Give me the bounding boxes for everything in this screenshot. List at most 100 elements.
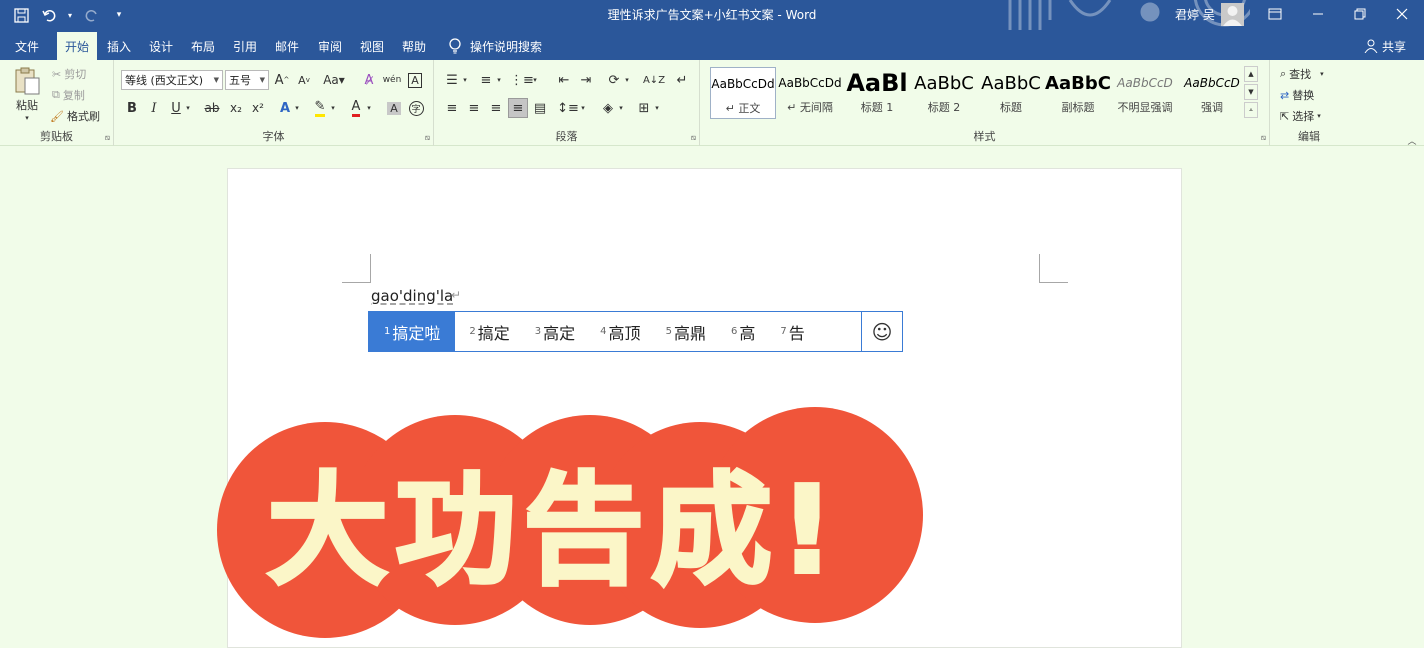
- multilevel-dropdown-icon[interactable]: ▾: [530, 70, 540, 90]
- tab-design[interactable]: 设计: [142, 32, 180, 60]
- ime-candidate-6[interactable]: 6 高: [717, 312, 766, 351]
- bullets-icon[interactable]: ☰: [442, 70, 462, 90]
- tab-review[interactable]: 审阅: [311, 32, 349, 60]
- select-button[interactable]: ⇱ 选择 ▾: [1280, 108, 1321, 124]
- justify-icon[interactable]: ≡: [508, 98, 528, 118]
- editing-label: 编辑: [1298, 130, 1320, 143]
- enclose-characters-icon[interactable]: 字: [406, 98, 426, 118]
- avatar[interactable]: [1221, 3, 1244, 26]
- ime-candidate-5[interactable]: 5 高鼎: [652, 312, 717, 351]
- subscript-icon[interactable]: x₂: [226, 98, 246, 118]
- grow-font-icon[interactable]: A ^: [272, 70, 292, 90]
- style-normal[interactable]: AaBbCcDd ↵ 正文: [710, 67, 776, 119]
- line-spacing-icon[interactable]: ↕≡: [557, 98, 579, 118]
- borders-icon[interactable]: ⊞: [634, 98, 654, 118]
- distributed-icon[interactable]: ▤: [530, 98, 550, 118]
- cut-label: 剪切: [64, 68, 87, 81]
- ribbon-display-options-icon[interactable]: [1264, 3, 1286, 25]
- italic-icon[interactable]: I: [144, 98, 164, 118]
- line-spacing-dropdown-icon[interactable]: ▾: [578, 98, 588, 118]
- cut-button[interactable]: ✂ 剪切: [52, 66, 86, 82]
- multilevel-list-icon[interactable]: ⋮≡: [510, 70, 534, 90]
- clipboard-launcher-icon[interactable]: ⧅: [105, 133, 110, 143]
- borders-dropdown-icon[interactable]: ▾: [652, 98, 662, 118]
- tab-home[interactable]: 开始: [57, 32, 97, 60]
- font-color-icon[interactable]: A: [346, 98, 366, 118]
- style-title[interactable]: AaBbC 标题: [978, 67, 1044, 119]
- tab-mailings[interactable]: 邮件: [268, 32, 306, 60]
- find-button[interactable]: ⌕ 查找 ▾: [1280, 66, 1324, 82]
- align-left-icon[interactable]: ≡: [442, 98, 462, 118]
- font-color-dropdown-icon[interactable]: ▾: [364, 98, 374, 118]
- ime-candidate-4[interactable]: 4 高顶: [586, 312, 651, 351]
- font-name-combo[interactable]: 等线 (西文正文) ▼: [121, 70, 223, 90]
- font-size-combo[interactable]: 五号 ▼: [225, 70, 269, 90]
- clear-formatting-icon[interactable]: A̷: [359, 70, 379, 90]
- tab-view[interactable]: 视图: [353, 32, 391, 60]
- decrease-indent-icon[interactable]: ⇤: [554, 70, 574, 90]
- shading-dropdown-icon[interactable]: ▾: [616, 98, 626, 118]
- character-shading-icon[interactable]: A: [384, 98, 404, 118]
- font-launcher-icon[interactable]: ⧅: [425, 133, 430, 143]
- strikethrough-icon[interactable]: ab: [202, 98, 222, 118]
- styles-scroll-up-icon[interactable]: ▲: [1244, 66, 1258, 82]
- align-right-icon[interactable]: ≡: [486, 98, 506, 118]
- replace-button[interactable]: ⇄ 替换: [1280, 87, 1314, 103]
- highlight-icon[interactable]: ✎: [310, 98, 330, 118]
- increase-indent-icon[interactable]: ⇥: [576, 70, 596, 90]
- style-emphasis[interactable]: AaBbCcD 强调: [1179, 67, 1245, 119]
- tab-references[interactable]: 引用: [226, 32, 264, 60]
- style-subtitle[interactable]: AaBbC 副标题: [1045, 67, 1111, 119]
- shrink-font-icon[interactable]: Av: [294, 70, 314, 90]
- style-name: 标题: [1000, 101, 1022, 114]
- search-icon: ⌕: [1280, 67, 1287, 80]
- style-sample: AaBbCcD: [1117, 76, 1173, 90]
- style-sample: AaBbCcDd: [711, 77, 775, 91]
- phonetic-guide-icon[interactable]: wén: [382, 70, 402, 90]
- tab-insert[interactable]: 插入: [100, 32, 138, 60]
- character-border-icon[interactable]: A: [405, 70, 425, 90]
- show-marks-icon[interactable]: ↵: [672, 70, 692, 90]
- bullets-dropdown-icon[interactable]: ▾: [460, 70, 470, 90]
- text-effects-dropdown-icon[interactable]: ▾: [292, 98, 302, 118]
- paste-button[interactable]: 粘贴 ▾: [12, 66, 42, 122]
- format-painter-button[interactable]: 🖌 格式刷: [50, 108, 100, 124]
- ime-candidate-1[interactable]: 1 搞定啦: [369, 312, 456, 351]
- align-center-icon[interactable]: ≡: [464, 98, 484, 118]
- share-button[interactable]: 共享: [1364, 32, 1406, 60]
- user-name[interactable]: 君婷 吴: [1175, 6, 1215, 23]
- styles-launcher-icon[interactable]: ⧅: [1261, 133, 1266, 143]
- document-page[interactable]: [227, 168, 1182, 648]
- shading-icon[interactable]: ◈: [598, 98, 618, 118]
- style-no-spacing[interactable]: AaBbCcDd ↵ 无间隔: [777, 67, 843, 119]
- editing-group: ⌕ 查找 ▾ ⇄ 替换 ⇱ 选择 ▾ 编辑: [1270, 60, 1348, 146]
- style-subtle-emphasis[interactable]: AaBbCcD 不明显强调: [1112, 67, 1178, 119]
- style-heading-2[interactable]: AaBbC 标题 2: [911, 67, 977, 119]
- tab-file[interactable]: 文件: [4, 32, 50, 60]
- minimize-icon[interactable]: [1307, 3, 1329, 25]
- superscript-icon[interactable]: x²: [248, 98, 268, 118]
- styles-scroll-down-icon[interactable]: ▼: [1244, 84, 1258, 100]
- ime-candidate-3[interactable]: 3 高定: [521, 312, 586, 351]
- restore-icon[interactable]: [1349, 3, 1371, 25]
- style-heading-1[interactable]: AaBl 标题 1: [844, 67, 910, 119]
- ime-candidate-2[interactable]: 2 搞定: [455, 312, 520, 351]
- tab-layout[interactable]: 布局: [184, 32, 222, 60]
- ime-candidate-7[interactable]: 7 告: [766, 312, 815, 351]
- tell-me-search[interactable]: 操作说明搜索: [448, 32, 542, 60]
- numbering-icon[interactable]: ≡: [476, 70, 496, 90]
- change-case-icon[interactable]: Aa▾: [320, 70, 348, 90]
- copy-button[interactable]: ⧉ 复制: [52, 87, 85, 103]
- paragraph-launcher-icon[interactable]: ⧅: [691, 133, 696, 143]
- underline-dropdown-icon[interactable]: ▾: [183, 98, 193, 118]
- chinese-layout-dropdown-icon[interactable]: ▾: [622, 70, 632, 90]
- styles-more-icon[interactable]: ⩡: [1244, 102, 1258, 118]
- tab-help[interactable]: 帮助: [395, 32, 433, 60]
- numbering-dropdown-icon[interactable]: ▾: [494, 70, 504, 90]
- sort-icon[interactable]: A↓Z: [643, 70, 665, 90]
- close-icon[interactable]: [1391, 3, 1413, 25]
- bold-icon[interactable]: B: [122, 98, 142, 118]
- chinese-layout-icon[interactable]: ⟳: [604, 70, 624, 90]
- highlight-dropdown-icon[interactable]: ▾: [328, 98, 338, 118]
- emoji-icon[interactable]: ☺: [861, 312, 902, 351]
